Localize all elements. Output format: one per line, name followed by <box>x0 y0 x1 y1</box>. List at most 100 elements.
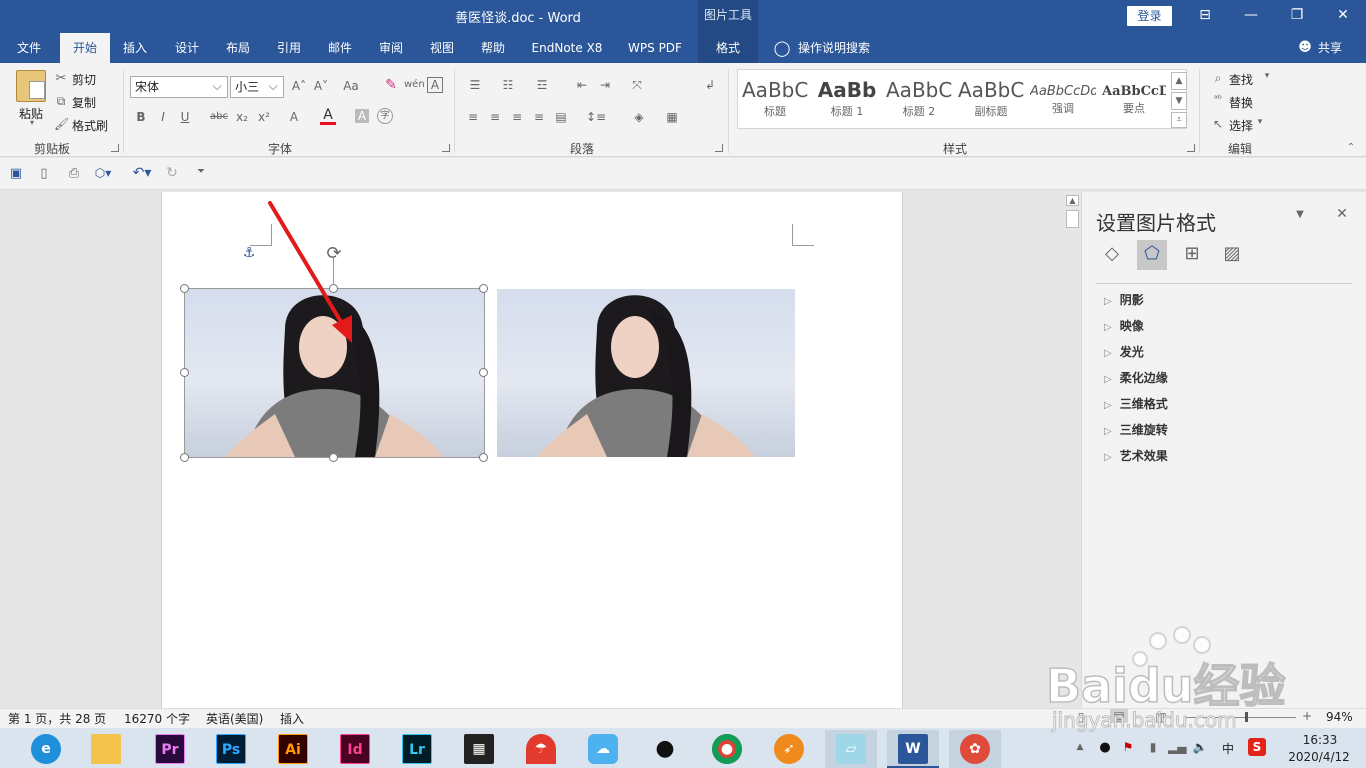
replace-button[interactable]: 替换 <box>1229 94 1253 111</box>
ribbon-display-icon[interactable]: ⊟ <box>1182 0 1228 33</box>
style-subtitle[interactable]: AaBbC 副标题 <box>958 72 1024 126</box>
signal-icon[interactable]: ▂▄ <box>1168 740 1186 754</box>
superscript-icon[interactable]: x² <box>256 110 272 124</box>
bold-icon[interactable]: B <box>134 110 148 124</box>
multilevel-list-icon[interactable]: ☲ <box>531 78 553 92</box>
dialog-launcher-icon[interactable] <box>1187 144 1195 152</box>
close-button[interactable]: ✕ <box>1320 0 1366 33</box>
underline-icon[interactable]: U <box>178 110 192 124</box>
new-document-icon[interactable]: ▯ <box>36 166 52 181</box>
chevron-down-icon[interactable]: ⌵ <box>266 79 280 94</box>
collapse-ribbon-icon[interactable]: ⌃ <box>1344 142 1358 153</box>
chevron-down-icon[interactable]: ▾ <box>1255 117 1265 127</box>
scroll-thumb[interactable] <box>1066 210 1079 228</box>
chinese-layout-icon[interactable]: ⤧ <box>626 78 648 93</box>
shrink-font-icon[interactable]: A˅ <box>312 79 330 93</box>
dialog-launcher-icon[interactable] <box>715 144 723 152</box>
cut-button[interactable]: 剪切 <box>72 71 96 88</box>
tab-view[interactable]: 视图 <box>419 33 465 63</box>
char-border-icon[interactable]: A <box>427 77 443 93</box>
layout-properties-icon[interactable]: ⊞ <box>1180 243 1204 264</box>
tab-picture-format[interactable]: 格式 <box>698 33 758 63</box>
save-icon[interactable]: ▣ <box>8 166 24 181</box>
show-marks-icon[interactable]: ↲ <box>702 78 718 92</box>
ime-indicator[interactable]: 中 <box>1220 740 1236 757</box>
chevron-down-icon[interactable]: ▾ <box>28 118 36 127</box>
section-glow[interactable]: ▷ 发光 <box>1104 343 1144 360</box>
tab-file[interactable]: 文件 <box>4 33 54 63</box>
customize-qat-icon[interactable]: ⏷ <box>194 166 208 177</box>
copy-button[interactable]: 复制 <box>72 94 96 111</box>
style-title[interactable]: AaBbC 标题 <box>742 72 808 126</box>
resize-handle-r[interactable] <box>479 368 488 377</box>
pane-options-icon[interactable]: ▼ <box>1294 209 1306 220</box>
effects-icon[interactable]: ⬠ <box>1137 240 1167 270</box>
word-count[interactable]: 16270 个字 <box>124 710 190 727</box>
resize-handle-b[interactable] <box>329 453 338 462</box>
resize-handle-br[interactable] <box>479 453 488 462</box>
cloud-app-icon[interactable]: ☁ <box>577 730 629 768</box>
minimize-button[interactable]: — <box>1228 0 1274 33</box>
decrease-indent-icon[interactable]: ⇤ <box>573 78 591 92</box>
insert-mode[interactable]: 插入 <box>280 710 304 727</box>
style-emphasis[interactable]: AaBbCcDd 强调 <box>1030 72 1096 126</box>
scroll-up-icon[interactable]: ▲ <box>1171 72 1187 90</box>
share-button[interactable]: 共享 <box>1315 33 1345 63</box>
clock-date[interactable]: 2020/4/12 <box>1282 750 1356 764</box>
font-color-icon[interactable]: A <box>320 108 336 125</box>
borders-icon[interactable]: ▦ <box>660 110 684 124</box>
select-button[interactable]: 选择 <box>1229 117 1253 134</box>
phonetic-guide-icon[interactable]: wén <box>404 79 425 90</box>
tab-review[interactable]: 审阅 <box>368 33 414 63</box>
change-case-icon[interactable]: Aa <box>340 79 362 93</box>
scroll-up-arrow-icon[interactable]: ▲ <box>1066 195 1079 206</box>
login-button[interactable]: 登录 <box>1127 6 1172 26</box>
volume-icon[interactable]: 🔈 <box>1192 740 1208 754</box>
indesign-taskbar-icon[interactable]: Id <box>329 730 381 768</box>
resize-handle-bl[interactable] <box>180 453 189 462</box>
maximize-button[interactable]: ❐ <box>1274 0 1320 33</box>
align-center-icon[interactable]: ≡ <box>486 110 504 124</box>
section-soft-edges[interactable]: ▷ 柔化边缘 <box>1104 369 1168 386</box>
notes-app-icon[interactable]: ▱ <box>825 730 877 768</box>
tab-help[interactable]: 帮助 <box>470 33 516 63</box>
picture-icon[interactable]: ▨ <box>1220 243 1244 264</box>
tab-wps-pdf[interactable]: WPS PDF <box>620 33 690 63</box>
section-shadow[interactable]: ▷ 阴影 <box>1104 291 1144 308</box>
qq-tray-icon[interactable]: ● <box>1097 740 1113 755</box>
shading-icon[interactable]: ◈ <box>627 110 651 124</box>
section-artistic-effects[interactable]: ▷ 艺术效果 <box>1104 447 1168 464</box>
tab-design[interactable]: 设计 <box>164 33 210 63</box>
battery-icon[interactable]: ▮ <box>1145 740 1161 754</box>
grow-font-icon[interactable]: A˄ <box>290 79 308 93</box>
section-3d-rotation[interactable]: ▷ 三维旋转 <box>1104 421 1168 438</box>
umbrella-app-icon[interactable]: ☂ <box>515 730 567 768</box>
word-taskbar-icon[interactable]: W <box>887 730 939 768</box>
italic-icon[interactable]: I <box>156 110 170 124</box>
enclose-char-icon[interactable]: 字 <box>377 108 393 124</box>
browser-fox-icon[interactable]: ➶ <box>763 730 815 768</box>
browser-taskbar-icon[interactable]: e <box>20 730 72 768</box>
line-spacing-icon[interactable]: ↕≡ <box>584 110 608 124</box>
tab-endnote[interactable]: EndNote X8 <box>526 33 608 63</box>
page-count[interactable]: 第 1 页，共 28 页 <box>8 710 106 727</box>
bullets-icon[interactable]: ☰ <box>464 78 486 92</box>
tab-layout[interactable]: 布局 <box>215 33 261 63</box>
clock-time[interactable]: 16:33 <box>1290 733 1350 747</box>
align-left-icon[interactable]: ≡ <box>464 110 482 124</box>
photoshop-taskbar-icon[interactable]: Ps <box>205 730 257 768</box>
pane-close-icon[interactable]: ✕ <box>1334 206 1350 222</box>
style-heading-1[interactable]: AaBb 标题 1 <box>814 72 880 126</box>
section-3d-format[interactable]: ▷ 三维格式 <box>1104 395 1168 412</box>
chevron-down-icon[interactable]: ▾ <box>1262 71 1272 81</box>
resize-handle-l[interactable] <box>180 368 189 377</box>
undo-icon[interactable]: ↶▾ <box>128 165 156 181</box>
char-shading-icon[interactable]: A <box>355 109 369 123</box>
format-painter-button[interactable]: 格式刷 <box>72 117 108 134</box>
chrome-taskbar-icon[interactable]: ● <box>701 730 753 768</box>
style-heading-2[interactable]: AaBbC 标题 2 <box>886 72 952 126</box>
premiere-taskbar-icon[interactable]: Pr <box>144 730 196 768</box>
style-key-point[interactable]: AaBbCcD 要点 <box>1102 72 1166 126</box>
section-reflection[interactable]: ▷ 映像 <box>1104 317 1144 334</box>
file-explorer-icon[interactable] <box>80 730 132 768</box>
